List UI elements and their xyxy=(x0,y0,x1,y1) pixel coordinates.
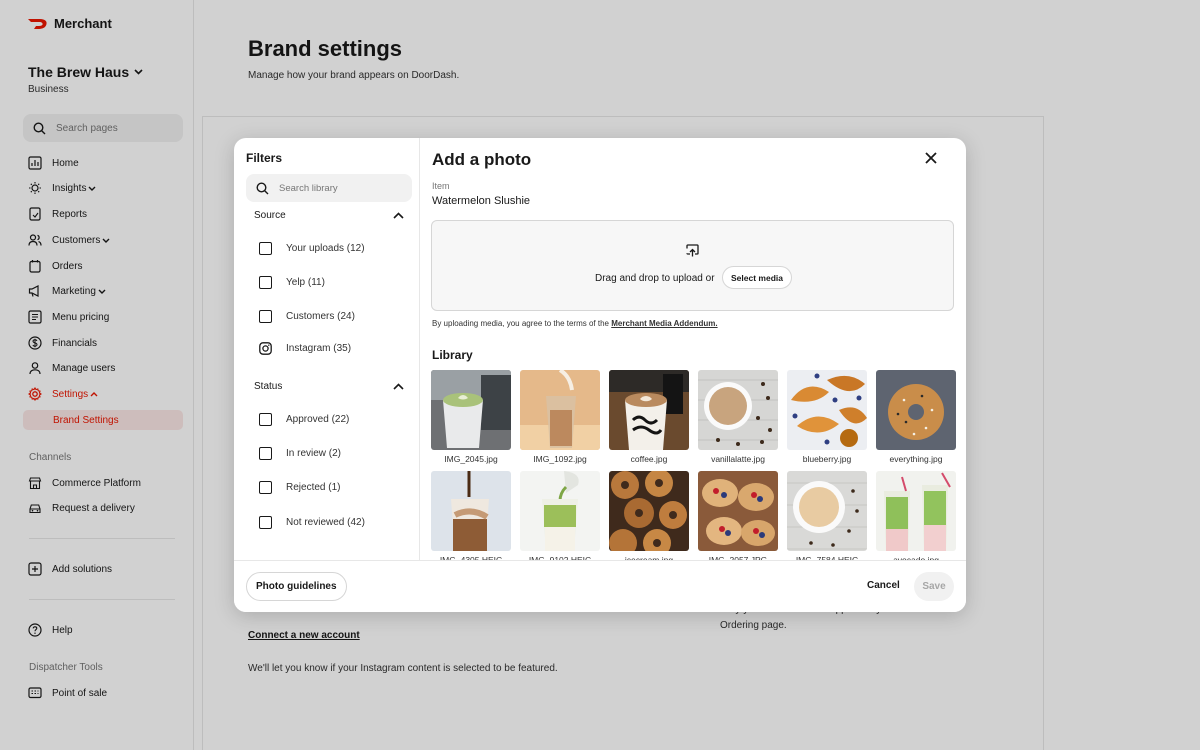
photo-caption: IMG_2045.jpg xyxy=(444,454,498,464)
instagram-icon xyxy=(259,342,272,355)
upload-dropzone[interactable]: Drag and drop to upload or Select media xyxy=(431,220,954,311)
photo-iced-coffee-pour xyxy=(520,370,600,450)
filter-rejected[interactable]: Rejected (1) xyxy=(259,481,340,494)
photo-thumbnail[interactable] xyxy=(698,471,778,551)
terms-text: By uploading media, you agree to the ter… xyxy=(432,319,718,328)
close-icon[interactable] xyxy=(924,151,938,165)
photo-thumbnail[interactable] xyxy=(787,471,867,551)
library-search-input[interactable]: Search library xyxy=(246,174,412,202)
filter-customers[interactable]: Customers (24) xyxy=(259,310,355,323)
photo-berry-pastries xyxy=(698,471,778,551)
status-section-toggle[interactable]: Status xyxy=(254,381,404,392)
photo-caption: blueberry.jpg xyxy=(802,454,852,464)
terms-link[interactable]: Merchant Media Addendum. xyxy=(611,319,717,328)
checkbox[interactable] xyxy=(259,242,272,255)
filter-label: In review (2) xyxy=(286,448,342,459)
photo-thumbnail[interactable] xyxy=(609,471,689,551)
filter-label: Your uploads (12) xyxy=(286,243,365,254)
filter-instagram[interactable]: Instagram (35) xyxy=(259,342,351,355)
terms-prefix: By uploading media, you agree to the ter… xyxy=(432,319,612,328)
photo-green-drinks xyxy=(876,471,956,551)
checkbox[interactable] xyxy=(259,516,272,529)
photo-thumbnail[interactable] xyxy=(520,370,600,450)
filter-label: Rejected (1) xyxy=(286,482,341,493)
source-section-toggle[interactable]: Source xyxy=(254,210,404,221)
select-media-button[interactable]: Select media xyxy=(722,266,792,289)
photo-thumbnail[interactable] xyxy=(431,370,511,450)
photo-guidelines-button[interactable]: Photo guidelines xyxy=(246,572,347,601)
chevron-up-icon xyxy=(393,383,404,390)
upload-icon xyxy=(686,244,699,257)
filters-title: Filters xyxy=(246,151,283,165)
search-icon xyxy=(256,181,269,194)
filter-label: Instagram (35) xyxy=(286,343,352,354)
checkbox[interactable] xyxy=(259,481,272,494)
filter-label: Approved (22) xyxy=(286,414,350,425)
modal-footer: Photo guidelines Cancel Save xyxy=(234,560,966,612)
checkbox[interactable] xyxy=(259,276,272,289)
photo-everything-bagel xyxy=(876,370,956,450)
modal-title: Add a photo xyxy=(432,150,532,169)
filter-your-uploads[interactable]: Your uploads (12) xyxy=(259,242,365,255)
photo-croissants xyxy=(787,370,867,450)
photo-caption: IMG_1092.jpg xyxy=(533,454,587,464)
photo-caption: vanillalatte.jpg xyxy=(711,454,765,464)
checkbox[interactable] xyxy=(259,413,272,426)
photo-thumbnail[interactable] xyxy=(520,471,600,551)
status-heading: Status xyxy=(254,381,283,392)
search-placeholder: Search library xyxy=(279,182,338,194)
photo-thumbnail[interactable] xyxy=(431,471,511,551)
filter-label: Yelp (11) xyxy=(286,277,325,288)
filters-panel: Filters Search library Source Your uploa… xyxy=(234,138,420,560)
photo-thumbnail[interactable] xyxy=(698,370,778,450)
checkbox[interactable] xyxy=(259,310,272,323)
photo-thumbnail[interactable] xyxy=(787,370,867,450)
photo-latte-cup xyxy=(787,471,867,551)
filter-label: Customers (24) xyxy=(286,311,355,322)
checkbox[interactable] xyxy=(259,447,272,460)
dropzone-text: Drag and drop to upload or xyxy=(595,273,715,284)
photo-caption: coffee.jpg xyxy=(630,454,668,464)
filter-label: Not reviewed (42) xyxy=(286,517,365,528)
photo-iced-coffee-glass xyxy=(431,471,511,551)
filter-in-review[interactable]: In review (2) xyxy=(259,447,341,460)
photo-thumbnail[interactable] xyxy=(876,370,956,450)
filter-not-reviewed[interactable]: Not reviewed (42) xyxy=(259,516,365,529)
photo-thumbnail[interactable] xyxy=(609,370,689,450)
add-photo-modal: Filters Search library Source Your uploa… xyxy=(234,138,966,612)
filter-yelp[interactable]: Yelp (11) xyxy=(259,276,325,289)
photo-caption: everything.jpg xyxy=(889,454,943,464)
photo-latte-art-cup xyxy=(609,370,689,450)
photo-bagels xyxy=(609,471,689,551)
cancel-button[interactable]: Cancel xyxy=(867,580,900,591)
photo-matcha-latte xyxy=(431,370,511,450)
photo-matcha-pour xyxy=(520,471,600,551)
filter-approved[interactable]: Approved (22) xyxy=(259,413,349,426)
item-value: Watermelon Slushie xyxy=(432,195,531,207)
chevron-up-icon xyxy=(393,212,404,219)
photo-latte-with-beans xyxy=(698,370,778,450)
library-title: Library xyxy=(432,348,473,362)
save-button[interactable]: Save xyxy=(914,572,954,601)
photo-thumbnail[interactable] xyxy=(876,471,956,551)
item-label: Item xyxy=(432,181,450,191)
source-heading: Source xyxy=(254,210,286,221)
add-photo-panel: Add a photo Item Watermelon Slushie Drag… xyxy=(420,138,966,565)
